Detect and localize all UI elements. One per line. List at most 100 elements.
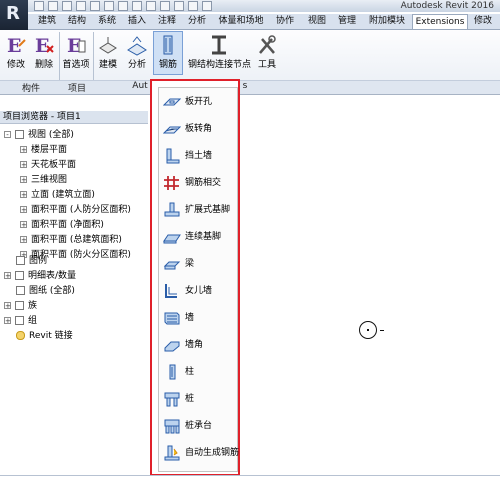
tab-structure[interactable]: 结构 (64, 14, 90, 29)
steel-connection-button[interactable]: 钢结构连接节点 (188, 32, 252, 70)
tree-item-schedules[interactable]: + 明细表/数量 (4, 269, 76, 284)
application-menu-button[interactable]: R (0, 0, 28, 30)
menu-item-continuous-footing[interactable]: 连续基脚 (163, 227, 239, 247)
menu-item-pile[interactable]: 桩 (163, 389, 239, 409)
tab-manage[interactable]: 管理 (334, 14, 360, 29)
undo-icon[interactable] (76, 1, 86, 11)
tree-item-area-plan-net[interactable]: + 面积平面 (净面积) (20, 218, 104, 233)
tree-item-area-plan-civil-defense[interactable]: + 面积平面 (人防分区面积) (20, 203, 131, 218)
modify-button[interactable]: E 修改 (3, 32, 29, 70)
thin-lines-icon[interactable] (174, 1, 184, 11)
expand-icon[interactable]: + (20, 236, 27, 244)
delete-button[interactable]: E 删除 (31, 32, 57, 70)
tools-button[interactable]: 工具 (254, 32, 280, 70)
print-icon[interactable] (104, 1, 114, 11)
menu-item-auto-rebar[interactable]: 自动生成钢筋 (163, 443, 239, 463)
analysis-icon (126, 34, 148, 56)
sheet-icon (16, 286, 25, 295)
tab-systems[interactable]: 系统 (94, 14, 120, 29)
svg-text:E: E (35, 35, 49, 56)
panel-label-auto: Aut (132, 81, 148, 91)
delete-icon: E (33, 34, 55, 57)
tree-item-floor-plans[interactable]: + 楼层平面 (20, 143, 67, 158)
rebar-label: 钢筋 (158, 60, 177, 70)
bottom-border (0, 475, 500, 476)
tree-item-area-plan-gross[interactable]: + 面积平面 (总建筑面积) (20, 233, 122, 248)
tree-item-legends[interactable]: 图例 (16, 254, 47, 269)
tree-item-families[interactable]: + 族 (4, 299, 37, 314)
tree-item-elevations[interactable]: + 立面 (建筑立面) (20, 188, 95, 203)
column-icon (169, 364, 176, 380)
menu-item-slab-corner[interactable]: 板转角 (163, 119, 239, 139)
model-icon (97, 34, 119, 56)
tab-massing-site[interactable]: 体量和场地 (214, 14, 268, 29)
rebar-intersection-icon (164, 176, 179, 190)
tree-item-groups[interactable]: + 组 (4, 314, 37, 329)
menu-item-parapet[interactable]: 女儿墙 (163, 281, 239, 301)
expand-icon[interactable]: + (20, 206, 27, 214)
measure-icon[interactable] (118, 1, 128, 11)
open-icon[interactable] (34, 1, 44, 11)
tab-modify[interactable]: 修改 (470, 14, 496, 29)
tree-item-revit-links[interactable]: Revit 链接 (16, 329, 73, 344)
steel-connection-label: 钢结构连接节点 (188, 60, 252, 70)
expand-icon[interactable]: + (20, 221, 27, 229)
schedule-icon (15, 271, 24, 280)
switch-window-icon[interactable] (202, 1, 212, 11)
tab-annotate[interactable]: 注释 (154, 14, 180, 29)
menu-item-rebar-intersection[interactable]: 钢筋相交 (163, 173, 239, 193)
rebar-button[interactable]: 钢筋 (153, 31, 183, 75)
menu-item-wall-corner[interactable]: 墙角 (163, 335, 239, 355)
expand-icon[interactable]: + (4, 272, 11, 280)
parapet-icon (165, 284, 177, 298)
auto-rebar-icon (164, 445, 180, 461)
collapse-icon[interactable]: - (4, 131, 11, 139)
wall-icon (164, 312, 180, 325)
expand-icon[interactable]: + (20, 191, 27, 199)
text-icon[interactable] (132, 1, 142, 11)
beam-icon (163, 261, 181, 270)
tree-item-views[interactable]: - 视图 (全部) (4, 128, 74, 143)
delete-label: 删除 (34, 60, 53, 70)
tab-analyze[interactable]: 分析 (184, 14, 210, 29)
expand-icon[interactable]: + (20, 176, 27, 184)
save-icon[interactable] (48, 1, 58, 11)
legend-icon (16, 256, 25, 265)
preferences-button[interactable]: E 首选项 (61, 32, 91, 70)
model-button[interactable]: 建模 (95, 32, 121, 70)
tab-addins[interactable]: 附加模块 (364, 14, 410, 29)
continuous-footing-icon (163, 234, 181, 244)
close-views-icon[interactable] (188, 1, 198, 11)
tree-item-sheets[interactable]: 图纸 (全部) (16, 284, 75, 299)
tab-architecture[interactable]: 建筑 (34, 14, 60, 29)
origin-dot (367, 329, 369, 331)
tree-item-3d-views[interactable]: + 三维视图 (20, 173, 67, 188)
tab-insert[interactable]: 插入 (124, 14, 150, 29)
3d-view-icon[interactable] (146, 1, 156, 11)
expand-icon[interactable]: + (20, 146, 27, 154)
pile-icon (164, 392, 180, 407)
steel-connection-icon (208, 34, 230, 56)
menu-item-spread-footing[interactable]: 扩展式基脚 (163, 200, 239, 220)
menu-item-column[interactable]: 柱 (163, 362, 239, 382)
analysis-button[interactable]: 分析 (124, 32, 150, 70)
menu-item-pile-cap[interactable]: 桩承台 (163, 416, 239, 436)
preferences-icon: E (65, 34, 87, 57)
section-icon[interactable] (160, 1, 170, 11)
menu-item-beam[interactable]: 梁 (163, 254, 239, 274)
project-browser-title: 项目浏览器 - 项目1 (0, 111, 148, 124)
menu-item-wall[interactable]: 墙 (163, 308, 239, 328)
tree-item-ceiling-plans[interactable]: + 天花板平面 (20, 158, 76, 173)
redo-icon[interactable] (90, 1, 100, 11)
menu-item-retaining-wall[interactable]: 挡土墙 (163, 146, 239, 166)
tab-extensions[interactable]: Extensions (412, 14, 468, 29)
pile-cap-icon (164, 419, 180, 434)
expand-icon[interactable]: + (4, 302, 11, 310)
wall-corner-icon (164, 341, 180, 352)
sync-icon[interactable] (62, 1, 72, 11)
expand-icon[interactable]: + (20, 161, 27, 169)
menu-item-slab-opening[interactable]: 板开孔 (163, 92, 239, 112)
tab-view[interactable]: 视图 (304, 14, 330, 29)
expand-icon[interactable]: + (4, 317, 11, 325)
tab-collaborate[interactable]: 协作 (272, 14, 298, 29)
